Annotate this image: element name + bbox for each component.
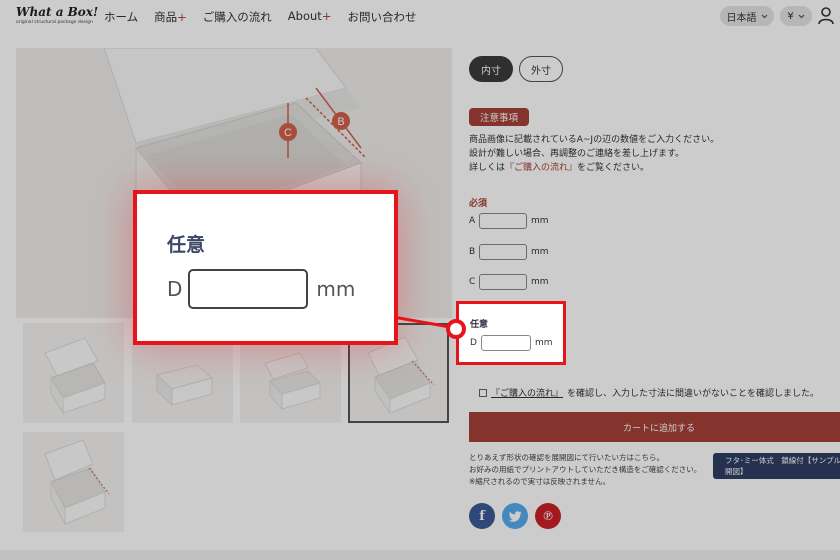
zoom-field-letter: D xyxy=(167,277,183,301)
zoom-dimension-input-d[interactable] xyxy=(188,269,309,309)
zoom-unit-label: mm xyxy=(316,277,356,301)
zoom-optional-label: 任意 xyxy=(167,234,206,256)
field-letter: D xyxy=(470,338,477,348)
zoom-callout: 任意 D mm xyxy=(133,190,398,345)
unit-label: mm xyxy=(534,338,553,348)
dim-overlay xyxy=(0,0,840,560)
zoom-field-d: D mm xyxy=(167,269,355,309)
dimension-input-d[interactable] xyxy=(480,335,531,351)
optional-field-highlight: 任意 D mm xyxy=(456,301,566,365)
dimension-field-d: D mm xyxy=(470,335,552,351)
optional-label: 任意 xyxy=(470,320,489,330)
callout-dot xyxy=(446,319,466,339)
